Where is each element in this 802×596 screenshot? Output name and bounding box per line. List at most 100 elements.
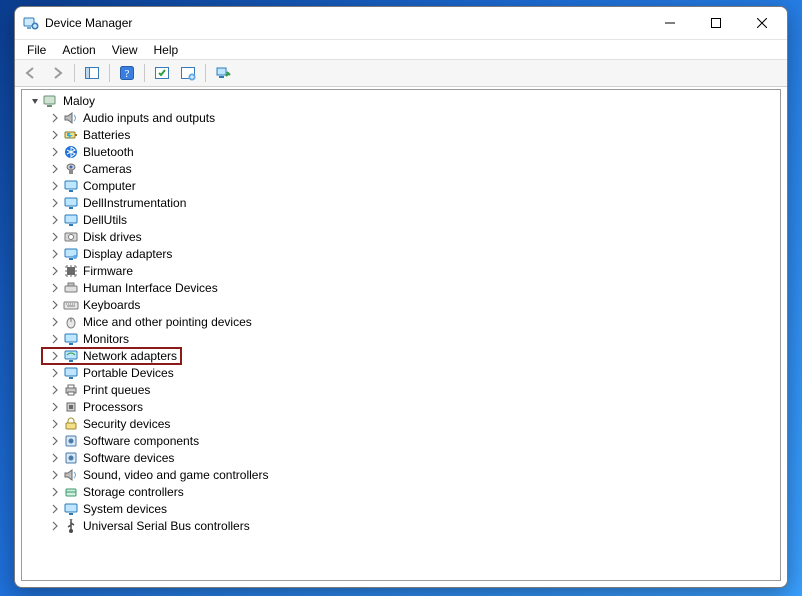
chevron-right-icon[interactable] (48, 111, 62, 125)
tree-node-label: Keyboards (83, 298, 140, 312)
tree-node-label: Audio inputs and outputs (83, 111, 215, 125)
tree-node[interactable]: DellUtils (22, 211, 780, 228)
tree-node[interactable]: Sound, video and game controllers (22, 466, 780, 483)
menu-view[interactable]: View (104, 42, 146, 58)
chevron-right-icon[interactable] (48, 434, 62, 448)
tree-node-label: Batteries (83, 128, 130, 142)
computer-icon (43, 93, 59, 109)
chevron-right-icon[interactable] (48, 502, 62, 516)
chevron-down-icon[interactable] (28, 94, 42, 108)
app-icon (23, 15, 39, 31)
tree-node-label: DellUtils (83, 213, 127, 227)
speaker-icon (63, 467, 79, 483)
chevron-right-icon[interactable] (48, 332, 62, 346)
chevron-right-icon[interactable] (48, 485, 62, 499)
chip-icon (63, 263, 79, 279)
tree-root[interactable]: Maloy (22, 92, 780, 109)
close-button[interactable] (739, 7, 785, 39)
tree-node[interactable]: Audio inputs and outputs (22, 109, 780, 126)
tree-node[interactable]: Batteries (22, 126, 780, 143)
toolbar: ? (15, 59, 787, 87)
tree-node[interactable]: Software devices (22, 449, 780, 466)
monitor-icon (63, 331, 79, 347)
chevron-right-icon[interactable] (48, 145, 62, 159)
tree-node[interactable]: Cameras (22, 160, 780, 177)
maximize-button[interactable] (693, 7, 739, 39)
tree-node[interactable]: Human Interface Devices (22, 279, 780, 296)
chevron-right-icon[interactable] (48, 315, 62, 329)
tree-node-label: Network adapters (83, 349, 177, 363)
title-bar: Device Manager (15, 7, 787, 39)
menu-help[interactable]: Help (146, 42, 187, 58)
chevron-right-icon[interactable] (48, 264, 62, 278)
mouse-icon (63, 314, 79, 330)
monitor-icon (63, 195, 79, 211)
tree-node-label: Monitors (83, 332, 129, 346)
devices-view-button[interactable] (211, 62, 235, 84)
tree-node[interactable]: Computer (22, 177, 780, 194)
tree-node[interactable]: System devices (22, 500, 780, 517)
show-hide-tree-button[interactable] (80, 62, 104, 84)
tree-node-label: Mice and other pointing devices (83, 315, 252, 329)
chevron-right-icon[interactable] (48, 349, 62, 363)
tree-node[interactable]: Mice and other pointing devices (22, 313, 780, 330)
add-hardware-button[interactable] (176, 62, 200, 84)
tree-node[interactable]: Disk drives (22, 228, 780, 245)
tree-node[interactable]: DellInstrumentation (22, 194, 780, 211)
chevron-right-icon[interactable] (48, 400, 62, 414)
printer-icon (63, 382, 79, 398)
tree-node[interactable]: Monitors (22, 330, 780, 347)
tree-node[interactable]: Firmware (22, 262, 780, 279)
minimize-button[interactable] (647, 7, 693, 39)
tree-node-label: Print queues (83, 383, 150, 397)
display-icon (63, 246, 79, 262)
tree-node[interactable]: Network adapters (22, 347, 780, 364)
chevron-right-icon[interactable] (48, 519, 62, 533)
chevron-right-icon[interactable] (48, 230, 62, 244)
tree-node[interactable]: Display adapters (22, 245, 780, 262)
tree-node[interactable]: Security devices (22, 415, 780, 432)
tree-node[interactable]: Portable Devices (22, 364, 780, 381)
chevron-right-icon[interactable] (48, 281, 62, 295)
security-icon (63, 416, 79, 432)
chevron-right-icon[interactable] (48, 179, 62, 193)
toolbar-separator (74, 64, 75, 82)
chevron-right-icon[interactable] (48, 451, 62, 465)
chevron-right-icon[interactable] (48, 128, 62, 142)
tree-node-label: Computer (83, 179, 136, 193)
chevron-right-icon[interactable] (48, 162, 62, 176)
svg-text:?: ? (125, 68, 130, 80)
menu-bar: File Action View Help (15, 39, 787, 59)
chevron-right-icon[interactable] (48, 213, 62, 227)
chevron-right-icon[interactable] (48, 468, 62, 482)
tree-node[interactable]: Universal Serial Bus controllers (22, 517, 780, 534)
component-icon (63, 450, 79, 466)
window-controls (647, 7, 785, 39)
tree-node[interactable]: Bluetooth (22, 143, 780, 160)
tree-node-label: DellInstrumentation (83, 196, 186, 210)
chevron-right-icon[interactable] (48, 383, 62, 397)
tree-node[interactable]: Storage controllers (22, 483, 780, 500)
tree-node-label: Human Interface Devices (83, 281, 218, 295)
tree-scroll[interactable]: Maloy Audio inputs and outputs BatteriesBl… (22, 90, 780, 580)
monitor-icon (63, 178, 79, 194)
chevron-right-icon[interactable] (48, 196, 62, 210)
chevron-right-icon[interactable] (48, 366, 62, 380)
help-button[interactable]: ? (115, 62, 139, 84)
component-icon (63, 433, 79, 449)
chevron-right-icon[interactable] (48, 298, 62, 312)
tree-node[interactable]: Processors (22, 398, 780, 415)
forward-button[interactable] (45, 62, 69, 84)
menu-file[interactable]: File (19, 42, 54, 58)
tree-node[interactable]: Software components (22, 432, 780, 449)
tree-node[interactable]: Keyboards (22, 296, 780, 313)
chevron-right-icon[interactable] (48, 417, 62, 431)
content-area: Maloy Audio inputs and outputs BatteriesBl… (21, 89, 781, 581)
back-button[interactable] (19, 62, 43, 84)
chevron-right-icon[interactable] (48, 247, 62, 261)
tree-node-label: Display adapters (83, 247, 172, 261)
scan-hardware-button[interactable] (150, 62, 174, 84)
tree-node[interactable]: Print queues (22, 381, 780, 398)
device-manager-window: Device Manager File Action View Help (14, 6, 788, 588)
menu-action[interactable]: Action (54, 42, 103, 58)
